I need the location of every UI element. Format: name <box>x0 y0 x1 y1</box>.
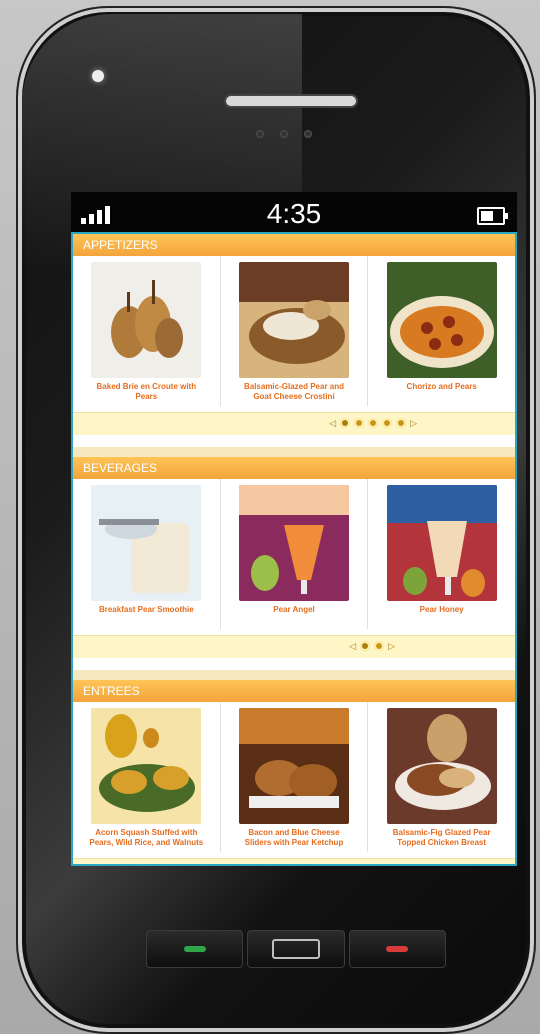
section-beverages: BEVERAGES Breakfast Pear Smoothie Pear A… <box>73 457 515 670</box>
recipe-caption[interactable]: Pear Honey <box>382 605 502 615</box>
pager-dot[interactable] <box>396 864 406 866</box>
recipe-image-pear-honey[interactable] <box>386 485 497 601</box>
status-bar: 4:35 <box>71 192 517 232</box>
carousel-pager: ◁ ▷ <box>73 412 515 435</box>
section-divider <box>73 670 515 680</box>
section-appetizers: APPETIZERS Baked Brie en Croute with Pea… <box>73 234 515 447</box>
pager-dot[interactable] <box>354 418 365 428</box>
recipe-image-crostini[interactable] <box>239 262 349 378</box>
pager-dot[interactable] <box>340 418 351 428</box>
recipe-image-chorizo[interactable] <box>386 262 497 378</box>
recipe-card[interactable]: Balsamic-Glazed Pear and Goat Cheese Cro… <box>221 256 369 406</box>
prev-arrow-icon[interactable]: ◁ <box>349 641 356 651</box>
pager-dot[interactable] <box>374 641 385 651</box>
recipe-image-pear-angel[interactable] <box>239 485 349 601</box>
next-arrow-icon[interactable]: ▷ <box>410 418 417 428</box>
status-time: 4:35 <box>266 198 322 229</box>
pager-dot[interactable] <box>382 418 393 428</box>
section-title: BEVERAGES <box>73 457 515 479</box>
pager-dot[interactable] <box>354 864 364 866</box>
recipe-caption[interactable]: Pear Angel <box>234 605 354 615</box>
pager-dot[interactable] <box>340 864 350 866</box>
pager-dots: ◁ ▷ <box>329 418 417 428</box>
pager-dots: ◁ ▷ <box>349 641 395 651</box>
call-button[interactable] <box>146 930 244 968</box>
recipe-card[interactable]: Chorizo and Pears <box>368 256 515 406</box>
call-icon <box>183 946 206 952</box>
section-divider <box>73 447 515 457</box>
end-call-button[interactable] <box>348 930 446 968</box>
recipe-image-pears[interactable] <box>91 262 202 378</box>
pager-dot[interactable] <box>368 864 378 866</box>
recipe-image-chicken[interactable] <box>386 708 497 824</box>
recipe-caption[interactable]: Breakfast Pear Smoothie <box>86 605 206 615</box>
recipe-card[interactable]: Baked Brie en Croute with Pears <box>73 256 221 406</box>
recipe-image-acorn-squash[interactable] <box>91 708 202 824</box>
pager-dot[interactable] <box>368 418 379 428</box>
sensor-dots <box>256 130 312 138</box>
prev-arrow-icon[interactable]: ◁ <box>329 418 336 428</box>
section-title: ENTREES <box>73 680 515 702</box>
section-title: APPETIZERS <box>73 234 515 256</box>
pager-dots: ◁ ▷ <box>315 864 417 866</box>
prev-arrow-icon[interactable]: ◁ <box>315 864 322 866</box>
recipe-card[interactable]: Acorn Squash Stuffed with Pears, Wild Ri… <box>73 702 221 852</box>
recipe-app: APPETIZERS Baked Brie en Croute with Pea… <box>71 232 517 866</box>
home-icon <box>271 939 320 959</box>
recipe-card[interactable]: Breakfast Pear Smoothie <box>73 479 221 629</box>
phone-screen: 4:35 APPETIZERS Baked Brie en Croute wit… <box>71 192 517 866</box>
card-row: Breakfast Pear Smoothie Pear Angel Pear … <box>73 479 515 629</box>
recipe-card[interactable]: Pear Honey <box>368 479 515 629</box>
pager-dot[interactable] <box>396 418 407 428</box>
phone-frame: 4:35 APPETIZERS Baked Brie en Croute wit… <box>16 6 536 1034</box>
phone-hardware-buttons <box>144 930 448 968</box>
recipe-card[interactable]: Bacon and Blue Cheese Sliders with Pear … <box>221 702 369 852</box>
recipe-caption[interactable]: Balsamic-Fig Glazed Pear Topped Chicken … <box>382 828 502 848</box>
recipe-caption[interactable]: Balsamic-Glazed Pear and Goat Cheese Cro… <box>234 382 354 402</box>
recipe-caption[interactable]: Acorn Squash Stuffed with Pears, Wild Ri… <box>86 828 206 848</box>
pager-dot[interactable] <box>382 864 392 866</box>
recipe-card[interactable]: Balsamic-Fig Glazed Pear Topped Chicken … <box>368 702 515 852</box>
carousel-pager: ◁ ▷ <box>73 858 515 866</box>
next-arrow-icon[interactable]: ▷ <box>388 641 395 651</box>
recipe-image-smoothie[interactable] <box>91 485 202 601</box>
card-row: Acorn Squash Stuffed with Pears, Wild Ri… <box>73 702 515 852</box>
battery-icon <box>477 207 508 225</box>
recipe-image-sliders[interactable] <box>239 708 349 824</box>
front-camera <box>92 70 104 82</box>
recipe-caption[interactable]: Baked Brie en Croute with Pears <box>86 382 206 402</box>
end-call-icon <box>386 946 409 952</box>
pager-dot[interactable] <box>360 641 371 651</box>
card-row: Baked Brie en Croute with Pears Balsamic… <box>73 256 515 406</box>
recipe-caption[interactable]: Chorizo and Pears <box>382 382 502 392</box>
pager-dot[interactable] <box>326 864 336 866</box>
recipe-caption[interactable]: Bacon and Blue Cheese Sliders with Pear … <box>234 828 354 848</box>
recipe-card[interactable]: Pear Angel <box>221 479 369 629</box>
earpiece-speaker <box>226 96 356 106</box>
section-entrees: ENTREES Acorn Squash Stuffed with Pears,… <box>73 680 515 866</box>
next-arrow-icon[interactable]: ▷ <box>410 864 417 866</box>
home-button[interactable] <box>247 930 345 968</box>
carousel-pager: ◁ ▷ <box>73 635 515 658</box>
